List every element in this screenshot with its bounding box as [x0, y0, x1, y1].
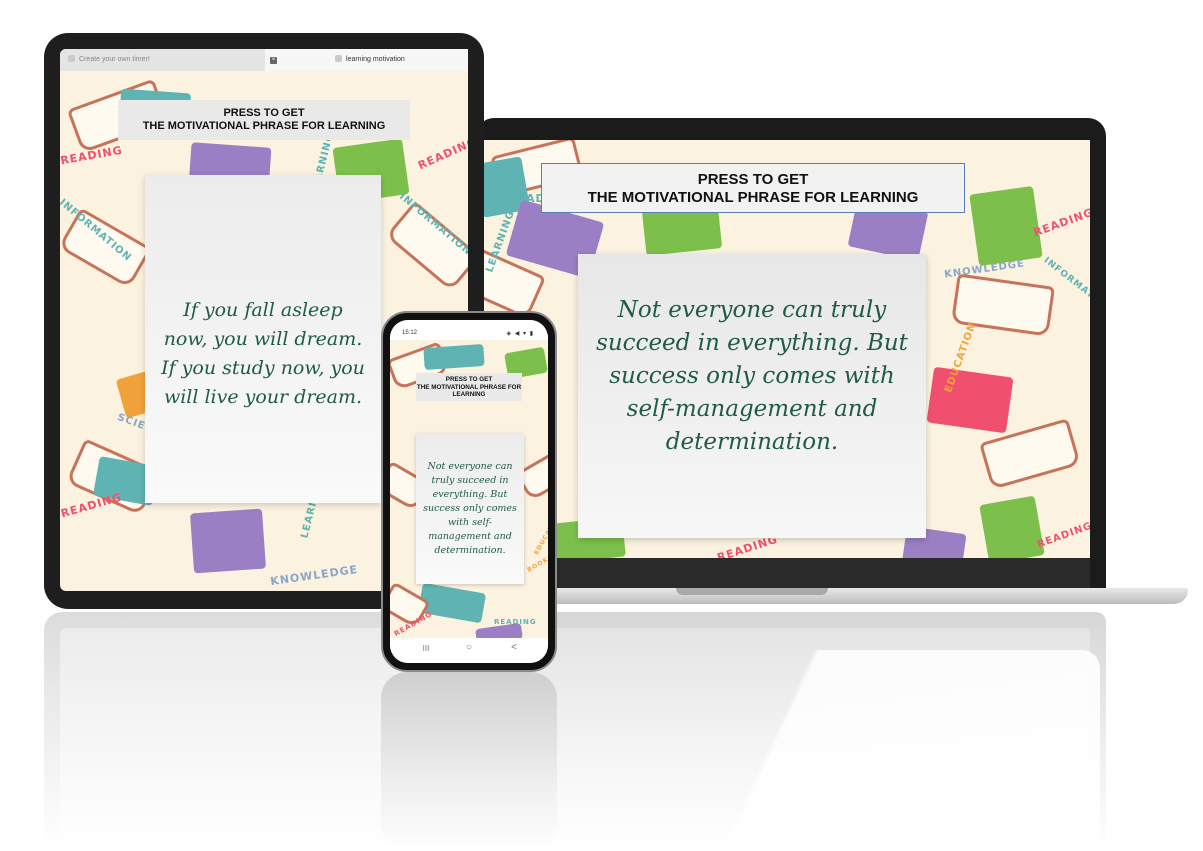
laptop-base — [470, 588, 1188, 604]
pattern-word: READING — [1035, 520, 1090, 551]
quote-text: Not everyone can truly succeed in everyt… — [596, 296, 908, 455]
quote-card: If you fall asleep now, you will dream. … — [145, 175, 381, 503]
tab-favicon-icon — [335, 55, 342, 62]
phone-reflection — [381, 672, 557, 851]
pattern-word: KNOWLEDGE — [269, 562, 359, 589]
status-bar: 15:12 ◈ ◀ ▾ ▮ — [390, 320, 548, 340]
android-nav-bar: III ○ < — [390, 638, 548, 663]
tab-create-timer[interactable]: Create your own timer! — [60, 49, 265, 71]
pattern-word: READING — [494, 618, 537, 626]
pattern-word: READING — [416, 134, 468, 173]
status-icons: ◈ ◀ ▾ ▮ — [506, 331, 534, 337]
book-icon — [189, 508, 267, 574]
tab-learning-motivation[interactable]: learning motivation — [265, 49, 468, 71]
motivation-button-label: PRESS TO GET THE MOTIVATIONAL PHRASE FOR… — [142, 107, 386, 132]
tab-favicon-icon — [68, 55, 75, 62]
motivation-button-label: PRESS TO GET THE MOTIVATIONAL PHRASE FOR… — [587, 171, 919, 206]
book-icon — [979, 495, 1045, 558]
pattern-word: EDUCATION — [532, 510, 548, 557]
close-tab-icon[interactable]: × — [270, 57, 277, 64]
laptop-notch — [676, 588, 828, 595]
quote-text: If you fall asleep now, you will dream. … — [161, 299, 365, 408]
recent-apps-icon[interactable]: III — [416, 644, 436, 653]
laptop-chin — [484, 558, 1090, 588]
home-icon[interactable]: ○ — [459, 642, 479, 653]
back-icon[interactable]: < — [504, 642, 524, 653]
motivation-button-label: PRESS TO GET THE MOTIVATIONAL PHRASE FOR… — [416, 376, 522, 399]
quote-text: Not everyone can truly succeed in everyt… — [423, 461, 517, 556]
motivation-button[interactable]: PRESS TO GET THE MOTIVATIONAL PHRASE FOR… — [118, 100, 410, 140]
book-icon — [926, 366, 1014, 434]
reflection-highlight — [560, 650, 1100, 851]
quote-card: Not everyone can truly succeed in everyt… — [578, 254, 926, 538]
quote-card: Not everyone can truly succeed in everyt… — [416, 434, 524, 584]
pattern-word: READING — [1031, 205, 1090, 240]
motivation-button[interactable]: PRESS TO GET THE MOTIVATIONAL PHRASE FOR… — [416, 373, 522, 401]
tab-label: learning motivation — [346, 56, 405, 63]
pattern-word: BOOKS — [526, 553, 548, 574]
book-icon — [423, 343, 485, 371]
pattern-word: READING — [60, 490, 124, 521]
tab-label: Create your own timer! — [79, 56, 150, 63]
motivation-button[interactable]: PRESS TO GET THE MOTIVATIONAL PHRASE FOR… — [541, 163, 965, 213]
browser-tab-bar: Create your own timer! learning motivati… — [60, 49, 468, 71]
status-time: 15:12 — [402, 330, 418, 336]
